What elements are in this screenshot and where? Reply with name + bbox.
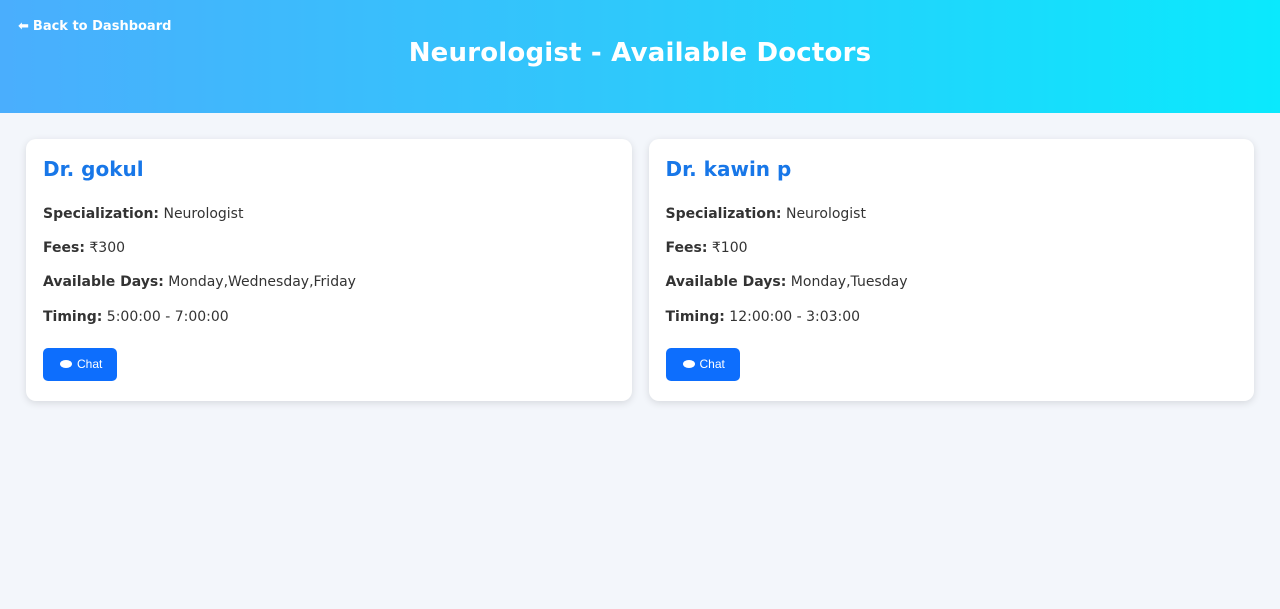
available-days-value: Monday,Tuesday	[790, 274, 908, 291]
back-link-label: Back to Dashboard	[32, 19, 172, 34]
specialization-field: Specialization: Neurologist	[666, 205, 1238, 223]
chat-button[interactable]: Chat	[43, 347, 118, 381]
specialization-label: Specialization:	[665, 206, 782, 222]
fees-field: Fees: ₹300	[43, 239, 615, 257]
fees-field: Fees: ₹100	[666, 239, 1238, 257]
available-days-field: Available Days: Monday,Tuesday	[666, 273, 1238, 291]
specialization-value: Neurologist	[785, 206, 866, 222]
available-days-value: Monday,Wednesday,Friday	[168, 274, 356, 291]
back-to-dashboard-link[interactable]: ⬅ Back to Dashboard	[18, 19, 171, 34]
fees-label: Fees:	[665, 240, 708, 257]
chat-button-label: Chat	[699, 357, 725, 372]
doctor-card: Dr. gokul Specialization: Neurologist Fe…	[26, 139, 632, 401]
chat-button-label: Chat	[77, 357, 103, 372]
fees-value: ₹300	[89, 240, 126, 257]
timing-label: Timing:	[43, 308, 103, 325]
timing-field: Timing: 12:00:00 - 3:03:00	[666, 308, 1238, 326]
specialization-label: Specialization:	[43, 206, 160, 222]
available-days-label: Available Days:	[665, 274, 787, 291]
chat-button[interactable]: Chat	[665, 347, 740, 381]
doctor-name: Dr. kawin p	[665, 157, 792, 181]
page-header: ⬅ Back to Dashboard Neurologist - Availa…	[0, 0, 1280, 113]
chat-bubble-icon	[682, 360, 695, 369]
fees-label: Fees:	[43, 240, 85, 257]
timing-field: Timing: 5:00:00 - 7:00:00	[43, 308, 615, 326]
chat-bubble-icon	[60, 360, 72, 369]
timing-label: Timing:	[665, 308, 725, 325]
available-days-label: Available Days:	[43, 274, 164, 291]
doctor-cards: Dr. gokul Specialization: Neurologist Fe…	[0, 113, 1280, 401]
timing-value: 5:00:00 - 7:00:00	[106, 308, 229, 325]
page-title: Neurologist - Available Doctors	[408, 38, 872, 68]
doctor-name: Dr. gokul	[43, 157, 144, 181]
arrow-left-icon: ⬅	[18, 19, 29, 34]
specialization-value: Neurologist	[163, 206, 244, 222]
specialization-field: Specialization: Neurologist	[43, 205, 615, 223]
timing-value: 12:00:00 - 3:03:00	[729, 308, 861, 325]
fees-value: ₹100	[711, 240, 748, 257]
available-days-field: Available Days: Monday,Wednesday,Friday	[43, 273, 615, 291]
doctor-card: Dr. kawin p Specialization: Neurologist …	[648, 139, 1254, 401]
